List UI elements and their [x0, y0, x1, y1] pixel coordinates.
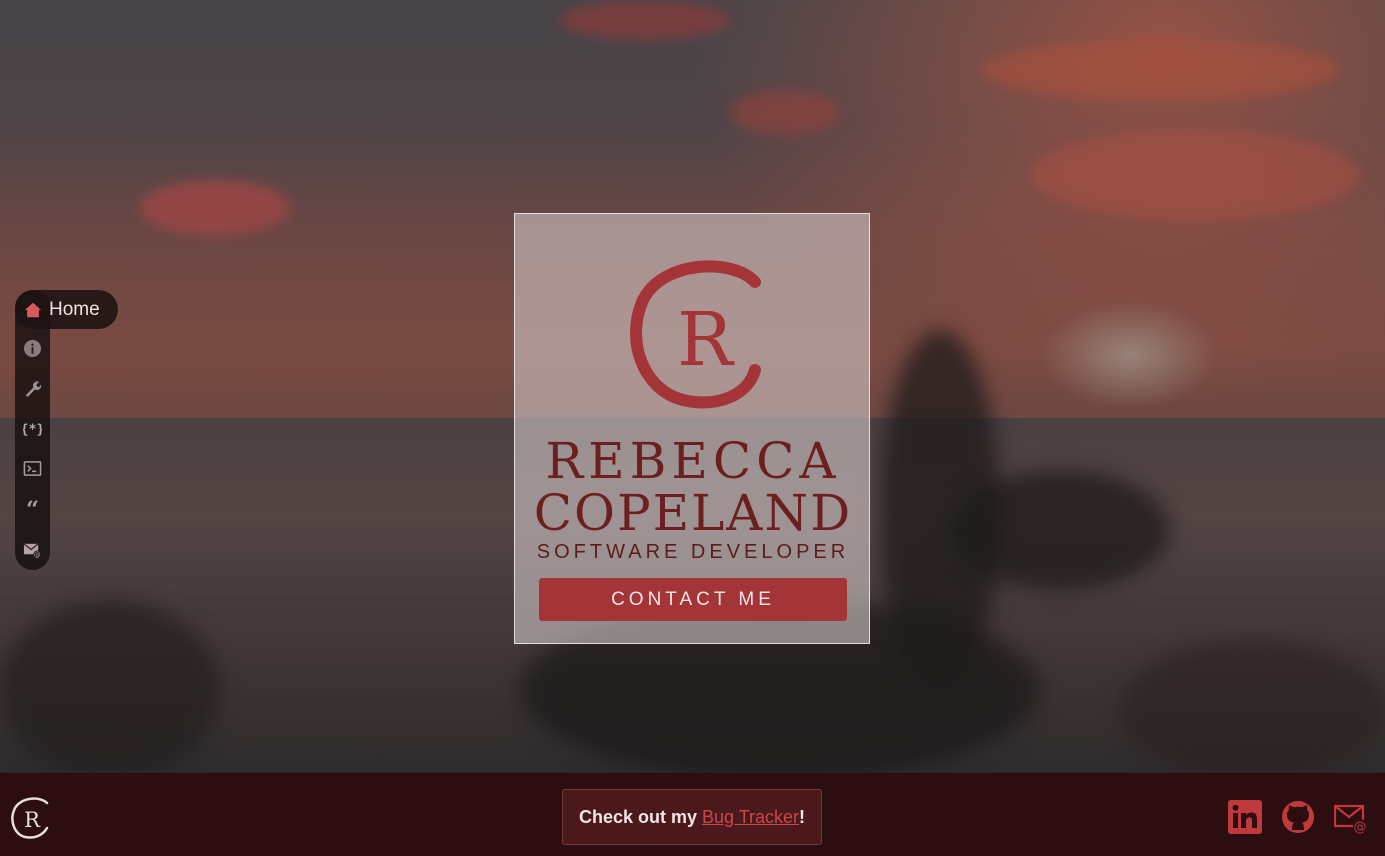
first-name: REBECCA [545, 432, 841, 490]
terminal-icon [23, 460, 42, 476]
code-braces-icon: {*} [23, 422, 42, 437]
mail-at-icon: @ [23, 542, 42, 559]
svg-text:“: “ [26, 499, 39, 518]
nav-item-about[interactable] [15, 331, 50, 365]
svg-text:@: @ [1354, 820, 1367, 834]
quote-icon: “ [26, 499, 39, 518]
footer: R Check out my Bug Tracker! @ [0, 773, 1385, 856]
footer-logo-icon[interactable]: R [10, 797, 50, 839]
mail-at-icon[interactable]: @ [1334, 800, 1368, 834]
info-icon [23, 339, 42, 357]
last-name: COPELAND [533, 484, 853, 542]
bug-tracker-link[interactable]: Bug Tracker [702, 807, 799, 828]
contact-me-button[interactable]: CONTACT ME [539, 578, 847, 621]
github-icon[interactable] [1281, 800, 1315, 834]
bug-tracker-promo: Check out my Bug Tracker! [562, 789, 822, 845]
linkedin-icon[interactable] [1228, 800, 1262, 834]
nav-item-testimonials[interactable]: “ [15, 491, 50, 525]
footer-logo-letter: R [24, 808, 41, 832]
svg-text:{*}: {*} [23, 422, 42, 437]
logo-letter: R [677, 297, 735, 383]
home-icon [24, 302, 42, 317]
nav-item-skills[interactable] [15, 371, 50, 405]
promo-prefix: Check out my [578, 806, 697, 827]
nav-item-contact[interactable]: @ [15, 532, 50, 566]
nav-label-home: Home [49, 298, 100, 320]
hero-card: R REBECCA COPELAND SOFTWARE DEVELOPER CO… [514, 213, 870, 644]
nav-item-home[interactable]: Home [15, 290, 118, 329]
promo-suffix: ! [799, 806, 806, 827]
nav-item-terminal[interactable] [15, 451, 50, 485]
nav-item-projects[interactable]: {*} [15, 411, 50, 445]
wrench-icon [25, 380, 42, 397]
logo-icon: R [630, 260, 761, 409]
job-title: SOFTWARE DEVELOPER [536, 541, 850, 563]
svg-text:@: @ [34, 551, 41, 559]
